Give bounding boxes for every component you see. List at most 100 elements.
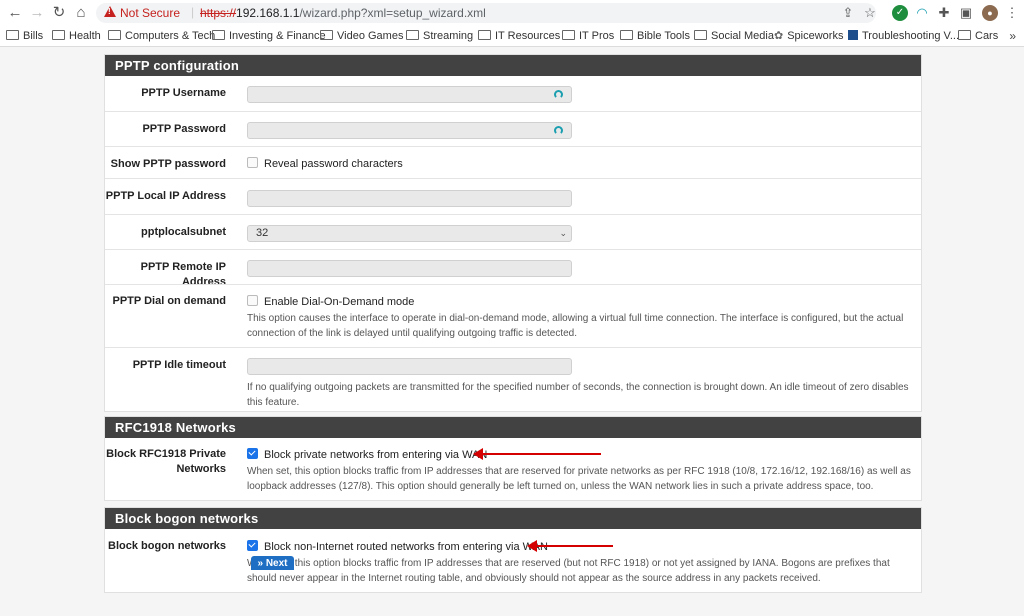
folder-icon	[620, 30, 633, 40]
dial-on-demand-checkbox-label: Enable Dial-On-Demand mode	[264, 296, 415, 308]
bookmark-it-pros[interactable]: IT Pros	[562, 29, 614, 44]
dial-on-demand-checkbox[interactable]	[247, 295, 258, 306]
bookmark-star-icon[interactable]: ☆	[862, 5, 878, 21]
bookmark-health[interactable]: Health	[52, 29, 101, 44]
spiceworks-icon: ✿	[774, 30, 784, 42]
dial-on-demand-help: This option causes the interface to oper…	[247, 311, 921, 341]
pptp-panel-body: PPTP Username PPTP Password Show PPTP pa…	[105, 76, 921, 411]
folder-icon	[958, 30, 971, 40]
back-icon[interactable]: ←	[6, 4, 24, 22]
address-bar[interactable]: Not Secure | https://192.168.1.1/wizard.…	[96, 3, 876, 23]
idle-timeout-help-line-2: this feature.	[247, 397, 300, 408]
pptp-local-subnet-label: pptplocalsubnet	[141, 226, 226, 238]
bookmark-label: Bible Tools	[637, 30, 690, 42]
pptp-local-ip-row: PPTP Local IP Address	[105, 178, 921, 215]
pptp-panel-title: PPTP configuration	[105, 55, 921, 76]
pptp-idle-timeout-input[interactable]	[247, 358, 572, 375]
bogon-panel: Block bogon networks Block bogon network…	[104, 507, 922, 593]
idle-timeout-help-line-1: If no qualifying outgoing packets are tr…	[247, 382, 909, 393]
next-button[interactable]: » Next	[251, 556, 294, 570]
bookmark-label: Video Games	[337, 30, 404, 42]
pptp-panel: PPTP configuration PPTP Username PPTP Pa…	[104, 54, 922, 412]
extensions-puzzle-icon[interactable]: ✚	[936, 5, 952, 21]
pptp-password-input[interactable]	[247, 122, 572, 139]
reveal-password-checkbox[interactable]	[247, 157, 258, 168]
folder-icon	[406, 30, 419, 40]
block-rfc1918-label-line-2: Networks	[176, 463, 226, 475]
folder-icon	[694, 30, 707, 40]
block-bogon-help-line-1: When set, this option blocks traffic fro…	[247, 558, 890, 569]
block-private-networks-checkbox[interactable]	[247, 448, 258, 459]
block-bogon-help: When set, this option blocks traffic fro…	[247, 556, 919, 586]
avatar[interactable]: ●	[982, 5, 998, 21]
idle-timeout-help: If no qualifying outgoing packets are tr…	[247, 380, 921, 410]
bookmark-investing[interactable]: Investing & Finance	[212, 29, 326, 44]
bookmark-label: IT Resources	[495, 30, 561, 42]
share-icon[interactable]: ⇪	[840, 5, 856, 21]
side-panel-icon[interactable]: ▣	[958, 5, 974, 21]
bookmark-label: Spiceworks	[787, 30, 844, 42]
bookmark-label: Health	[69, 30, 101, 42]
menu-kebab-icon[interactable]: ⋮	[1004, 5, 1020, 21]
forward-icon[interactable]: →	[28, 4, 46, 22]
folder-icon	[6, 30, 19, 40]
pptp-idle-timeout-row: PPTP Idle timeout If no qualifying outgo…	[105, 347, 921, 412]
home-icon[interactable]: ⌂	[72, 4, 90, 22]
folder-icon	[108, 30, 121, 40]
password-manager-icon[interactable]	[554, 90, 563, 99]
bookmark-label: Social Media	[711, 30, 774, 42]
rfc1918-panel: RFC1918 Networks Block RFC1918 Private Ne…	[104, 416, 922, 501]
bookmark-cars[interactable]: Cars	[958, 29, 998, 44]
pptp-username-row: PPTP Username	[105, 76, 921, 111]
bookmark-label: IT Pros	[579, 30, 615, 42]
password-manager-icon[interactable]	[554, 126, 563, 135]
bookmark-bills[interactable]: Bills	[6, 29, 43, 44]
pptp-username-input[interactable]	[247, 86, 572, 103]
bookmark-label: Computers & Tech	[125, 30, 216, 42]
block-rfc1918-label: Block RFC1918 Private Networks	[105, 447, 226, 477]
block-rfc1918-help-line-1: When set, this option blocks traffic fro…	[247, 466, 911, 477]
url-host: 192.168.1.1	[236, 6, 300, 20]
security-label[interactable]: Not Secure	[120, 6, 180, 20]
block-bogon-label: Block bogon networks	[108, 540, 226, 552]
bookmark-bible-tools[interactable]: Bible Tools	[620, 29, 690, 44]
bookmark-video-games[interactable]: Video Games	[320, 29, 403, 44]
folder-icon	[478, 30, 491, 40]
bookmarks-overflow-icon[interactable]: »	[1009, 29, 1016, 43]
bookmark-it-resources[interactable]: IT Resources	[478, 29, 560, 44]
pptp-idle-timeout-field: If no qualifying outgoing packets are tr…	[247, 358, 921, 410]
bookmark-label: Cars	[975, 30, 999, 42]
bookmarks-bar: Bills Health Computers & Tech Investing …	[0, 27, 1024, 47]
bookmark-computers[interactable]: Computers & Tech	[108, 29, 215, 44]
extension-check-icon[interactable]: ✓	[892, 5, 908, 21]
url-text[interactable]: https://192.168.1.1/wizard.php?xml=setup…	[200, 6, 486, 20]
address-separator: |	[191, 5, 195, 19]
dial-on-demand-help-line-2: connection of the link is delayed until …	[247, 328, 578, 339]
pptp-remote-ip-input[interactable]	[247, 260, 572, 277]
block-bogon-checkbox[interactable]	[247, 540, 258, 551]
block-rfc1918-help-line-2: loopback addresses (127/8). This option …	[247, 481, 874, 492]
pptp-password-field	[247, 122, 572, 139]
pptp-username-label: PPTP Username	[141, 87, 226, 99]
pptp-password-label: PPTP Password	[142, 123, 226, 135]
reload-icon[interactable]: ↻	[50, 4, 68, 22]
bookmark-label: Streaming	[423, 30, 474, 42]
bookmark-spiceworks[interactable]: ✿ Spiceworks	[774, 29, 843, 44]
pptp-local-subnet-select[interactable]: 32 ⌄	[247, 225, 572, 242]
bookmark-social-media[interactable]: Social Media	[694, 29, 774, 44]
folder-icon	[562, 30, 575, 40]
pptp-remote-ip-field	[247, 260, 572, 277]
folder-icon	[52, 30, 65, 40]
pptp-local-subnet-row: pptplocalsubnet 32 ⌄	[105, 214, 921, 250]
pptp-username-field	[247, 86, 572, 103]
bogon-panel-title: Block bogon networks	[105, 508, 921, 529]
dial-on-demand-help-line-1: This option causes the interface to oper…	[247, 313, 904, 324]
pptp-local-subnet-field: 32 ⌄	[247, 225, 572, 242]
extension-arc-icon[interactable]: ◠	[914, 5, 930, 21]
bookmark-streaming[interactable]: Streaming	[406, 29, 473, 44]
url-path: /wizard.php?xml=setup_wizard.xml	[299, 6, 486, 20]
bookmark-troubleshooting[interactable]: Troubleshooting V...	[848, 29, 959, 44]
pptp-local-subnet-value: 32	[256, 227, 269, 239]
pptp-local-ip-input[interactable]	[247, 190, 572, 207]
troubleshooting-icon	[848, 30, 858, 40]
